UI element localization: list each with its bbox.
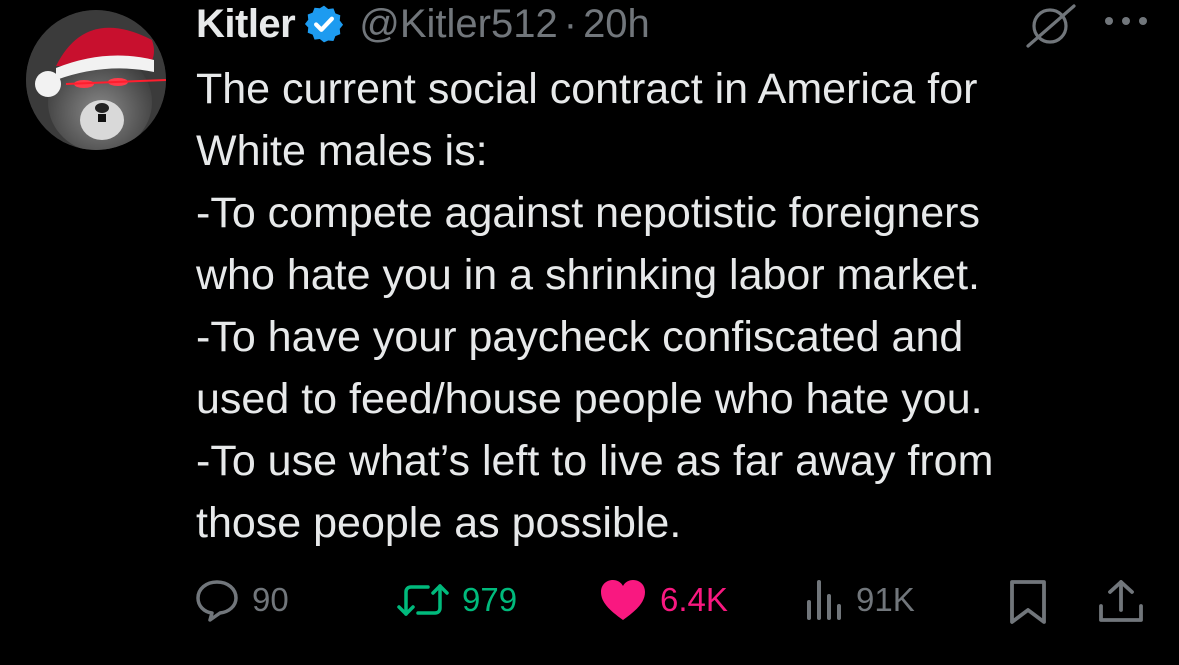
views-count: 91K (856, 581, 915, 618)
views-button[interactable]: 91K (804, 570, 915, 630)
grok-icon[interactable] (1022, 2, 1078, 48)
verified-badge-icon (305, 5, 344, 43)
heart-icon (601, 580, 645, 620)
separator-dot: · (563, 1, 578, 46)
tweet-text: The current social contract in America f… (196, 65, 994, 547)
avatar-image (26, 10, 166, 150)
more-icon[interactable] (1102, 14, 1150, 28)
reply-button[interactable]: 90 (194, 570, 289, 630)
like-count: 6.4K (660, 581, 728, 618)
reply-count: 90 (252, 581, 289, 618)
retweet-count: 979 (462, 581, 518, 618)
author-handle[interactable]: @Kitler512 · 20h (359, 2, 650, 47)
timestamp[interactable]: 20h (583, 2, 650, 46)
handle-text: @Kitler512 (359, 1, 558, 46)
reply-icon (196, 580, 238, 622)
retweet-icon (397, 584, 449, 616)
views-icon (807, 580, 841, 620)
bookmark-icon[interactable] (1006, 578, 1050, 626)
avatar[interactable] (26, 10, 166, 150)
action-bar: 90 979 6.4K 91K (0, 570, 1179, 630)
like-button[interactable]: 6.4K (598, 570, 728, 630)
author-name[interactable]: Kitler (196, 2, 296, 47)
tweet-header: Kitler @Kitler512 · 20h (196, 0, 1156, 48)
share-icon[interactable] (1096, 578, 1146, 626)
retweet-button[interactable]: 979 (396, 570, 517, 630)
